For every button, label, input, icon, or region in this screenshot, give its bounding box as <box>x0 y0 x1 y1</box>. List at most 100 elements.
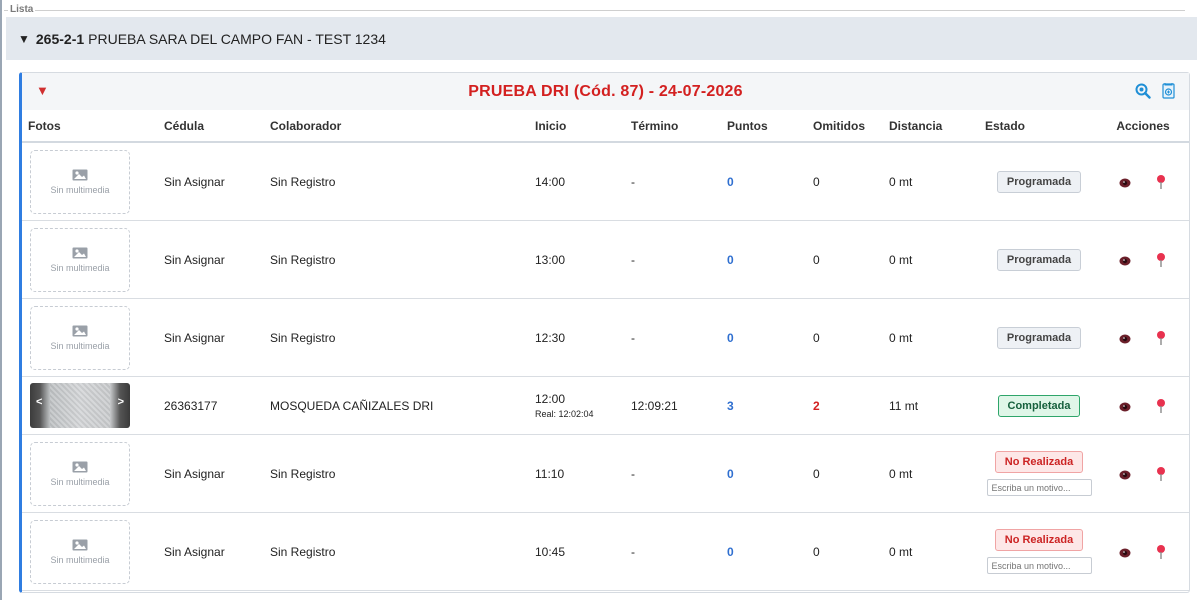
termino-cell: - <box>631 466 635 481</box>
real-start-time: Real: 12:02:04 <box>535 409 594 419</box>
eye-view-icon[interactable] <box>1118 544 1132 560</box>
motivo-input[interactable] <box>986 557 1092 574</box>
col-omitidos: Omitidos <box>813 118 866 133</box>
cedula-cell: Sin Asignar <box>164 330 225 345</box>
table-row: Sin multimedia Sin Asignar Sin Registro … <box>22 143 1189 221</box>
panel-title: PRUEBA DRI (Cód. 87) - 24-07-2026 <box>468 82 743 100</box>
termino-cell: 12:09:21 <box>631 398 678 413</box>
route-panel: ▼ PRUEBA DRI (Cód. 87) - 24-07-2026 Foto… <box>19 72 1190 593</box>
eye-view-icon[interactable] <box>1118 398 1132 414</box>
status-badge: Programada <box>996 170 1082 193</box>
col-termino: Término <box>631 118 679 133</box>
colaborador-cell: Sin Registro <box>270 252 336 267</box>
distancia-cell: 0 mt <box>889 174 913 189</box>
carousel-prev-button[interactable]: < <box>36 396 42 408</box>
termino-cell: - <box>631 252 635 267</box>
cedula-cell: Sin Asignar <box>164 252 225 267</box>
puntos-cell: 0 <box>727 466 734 481</box>
media-placeholder: Sin multimedia <box>30 305 130 370</box>
termino-cell: - <box>631 330 635 345</box>
col-acciones: Acciones <box>1116 118 1170 133</box>
map-pin-icon[interactable] <box>1154 544 1168 560</box>
eye-view-icon[interactable] <box>1118 252 1132 268</box>
termino-cell: - <box>631 544 635 559</box>
col-inicio: Inicio <box>535 118 567 133</box>
cedula-cell: 26363177 <box>164 398 218 413</box>
image-icon <box>72 539 88 550</box>
cedula-cell: Sin Asignar <box>164 466 225 481</box>
map-pin-icon[interactable] <box>1154 398 1168 414</box>
status-badge: No Realizada <box>994 451 1084 473</box>
panel-header: ▼ PRUEBA DRI (Cód. 87) - 24-07-2026 <box>22 73 1189 110</box>
table-row: Sin multimedia Sin Asignar Sin Registro … <box>22 513 1189 591</box>
group-code: 265-2-1 <box>35 30 85 47</box>
inicio-cell: 12:00 Real: 12:02:04 <box>529 392 625 419</box>
group-name: PRUEBA SARA DEL CAMPO FAN - TEST 1234 <box>88 30 386 47</box>
puntos-cell: 0 <box>727 544 734 559</box>
media-placeholder: Sin multimedia <box>30 227 130 292</box>
fieldset-legend: Lista <box>8 4 36 15</box>
omitidos-cell: 2 <box>813 398 820 413</box>
map-pin-icon[interactable] <box>1154 466 1168 482</box>
search-settings-icon[interactable] <box>1135 82 1151 100</box>
panel-collapse-icon[interactable]: ▼ <box>36 83 49 98</box>
omitidos-cell: 0 <box>813 174 820 189</box>
collapse-triangle-icon[interactable]: ▼ <box>18 32 30 46</box>
table-row: Sin multimedia Sin Asignar Sin Registro … <box>22 435 1189 513</box>
media-placeholder: Sin multimedia <box>30 149 130 214</box>
media-placeholder: Sin multimedia <box>30 519 130 584</box>
distancia-cell: 0 mt <box>889 466 913 481</box>
photo-carousel[interactable]: < > <box>30 383 130 428</box>
eye-view-icon[interactable] <box>1118 330 1132 346</box>
col-distancia: Distancia <box>889 118 943 133</box>
fieldset-border <box>4 10 1185 11</box>
status-badge: Programada <box>996 326 1082 349</box>
image-icon <box>72 461 88 472</box>
colaborador-cell: Sin Registro <box>270 466 336 481</box>
omitidos-cell: 0 <box>813 252 820 267</box>
eye-view-icon[interactable] <box>1118 174 1132 190</box>
inicio-cell: 12:30 <box>529 331 625 345</box>
col-puntos: Puntos <box>727 118 768 133</box>
distancia-cell: 0 mt <box>889 252 913 267</box>
table-row: < > 26363177 MOSQUEDA CAÑIZALES DRI 12:0… <box>22 377 1189 435</box>
omitidos-cell: 0 <box>813 544 820 559</box>
left-edge-strip <box>0 0 2 600</box>
puntos-cell: 0 <box>727 330 734 345</box>
eye-view-icon[interactable] <box>1118 466 1132 482</box>
omitidos-cell: 0 <box>813 466 820 481</box>
colaborador-cell: Sin Registro <box>270 544 336 559</box>
distancia-cell: 0 mt <box>889 544 913 559</box>
inicio-time: 12:00 <box>535 392 566 406</box>
status-badge: No Realizada <box>994 529 1084 551</box>
puntos-cell: 3 <box>727 398 734 413</box>
distancia-cell: 11 mt <box>889 398 919 413</box>
col-cedula: Cédula <box>164 118 205 133</box>
motivo-input[interactable] <box>986 479 1092 496</box>
termino-cell: - <box>631 174 635 189</box>
cedula-cell: Sin Asignar <box>164 544 225 559</box>
map-pin-icon[interactable] <box>1154 330 1168 346</box>
status-badge: Completada <box>997 394 1081 417</box>
image-icon <box>72 169 88 180</box>
inicio-cell: 13:00 <box>529 253 625 267</box>
table-row: Sin multimedia Sin Asignar Sin Registro … <box>22 299 1189 377</box>
puntos-cell: 0 <box>727 252 734 267</box>
status-badge: Programada <box>996 248 1082 271</box>
image-icon <box>72 325 88 336</box>
map-pin-icon[interactable] <box>1154 174 1168 190</box>
carousel-next-button[interactable]: > <box>118 396 124 408</box>
colaborador-cell: MOSQUEDA CAÑIZALES DRI <box>270 398 434 413</box>
table-row: Sin multimedia Sin Asignar Sin Registro … <box>22 221 1189 299</box>
map-pin-icon[interactable] <box>1154 252 1168 268</box>
media-placeholder: Sin multimedia <box>30 441 130 506</box>
inicio-time: 12:30 <box>535 330 566 345</box>
export-document-icon[interactable] <box>1161 82 1177 100</box>
group-header[interactable]: ▼ 265-2-1 PRUEBA SARA DEL CAMPO FAN - TE… <box>6 17 1197 60</box>
colaborador-cell: Sin Registro <box>270 330 336 345</box>
col-estado: Estado <box>985 118 1026 133</box>
inicio-cell: 11:10 <box>529 467 625 481</box>
omitidos-cell: 0 <box>813 330 820 345</box>
media-empty-label: Sin multimedia <box>50 262 110 273</box>
inicio-time: 13:00 <box>535 252 566 267</box>
